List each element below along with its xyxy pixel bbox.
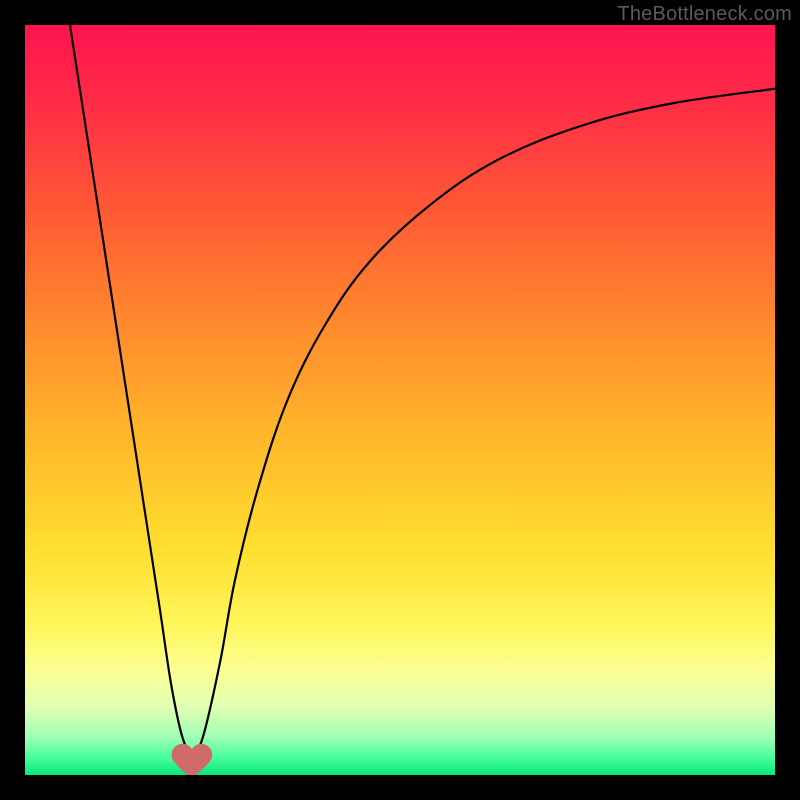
marker-valley-bottom <box>181 754 203 776</box>
watermark-text: TheBottleneck.com <box>617 3 792 26</box>
chart-frame: TheBottleneck.com <box>0 0 800 800</box>
plot-area <box>25 25 775 775</box>
valley-markers <box>25 25 775 775</box>
